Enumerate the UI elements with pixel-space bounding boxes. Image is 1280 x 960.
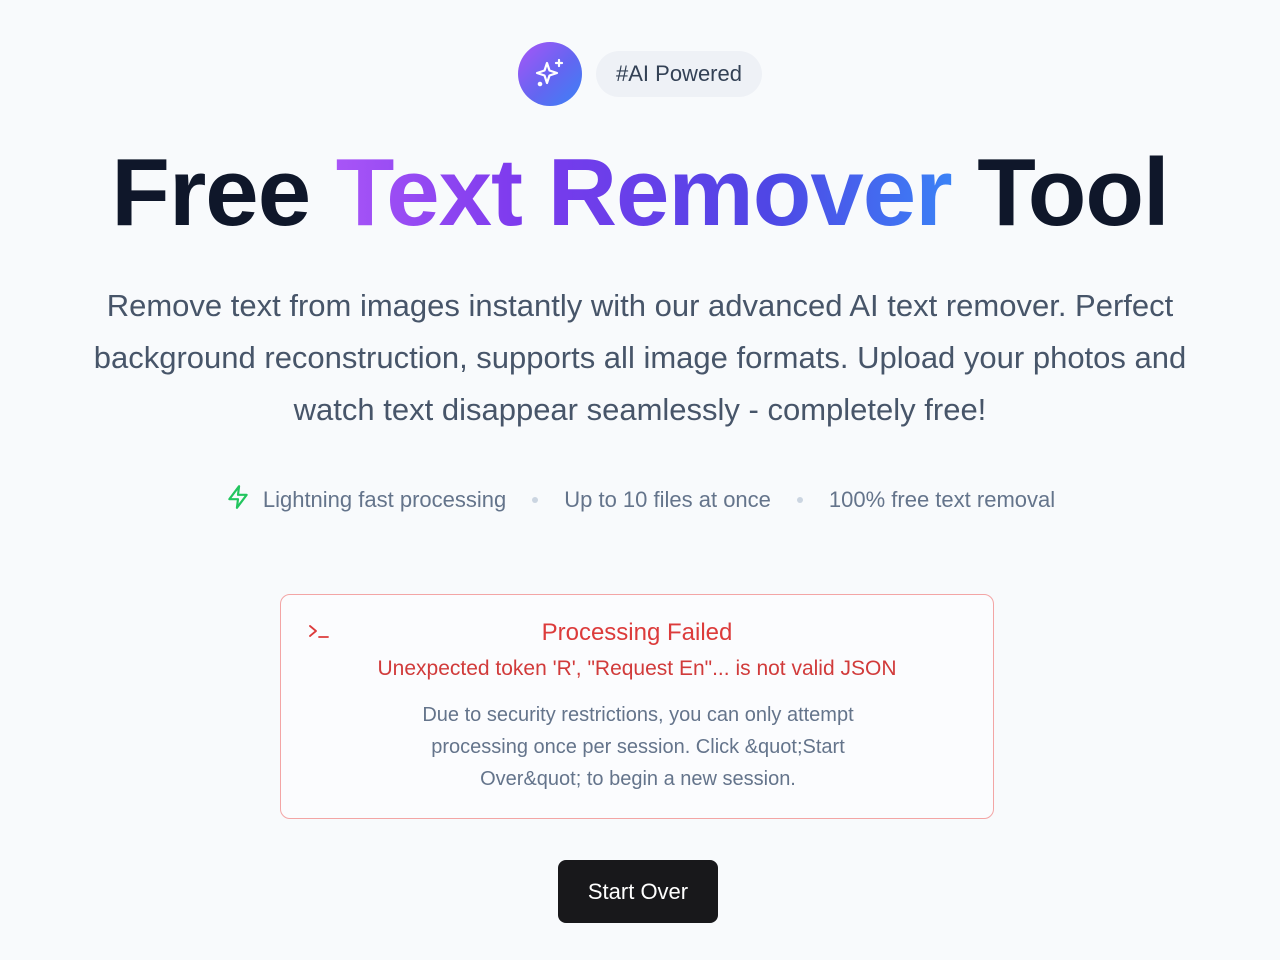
page-title: Free Text Remover Tool <box>0 138 1280 248</box>
error-alert: Processing Failed Unexpected token 'R', … <box>280 594 994 819</box>
separator-dot <box>796 497 803 503</box>
feature-label: Lightning fast processing <box>262 487 507 512</box>
feature-item: Lightning fast processing <box>225 484 506 516</box>
error-message: Unexpected token 'R', "Request En"... is… <box>377 657 897 680</box>
error-title: Processing Failed <box>541 619 733 646</box>
feature-list: Lightning fast processing Up to 10 files… <box>0 484 1280 516</box>
feature-item: Up to 10 files at once <box>564 487 771 513</box>
feature-item: 100% free text removal <box>829 487 1055 513</box>
error-note: Due to security restrictions, you can on… <box>422 704 854 790</box>
start-over-button[interactable]: Start Over <box>558 860 718 923</box>
page: #AI Powered Free Text Remover Tool Remov… <box>0 0 1280 960</box>
separator-dot <box>532 497 539 503</box>
feature-label: 100% free text removal <box>828 487 1056 512</box>
sparkles-icon <box>518 42 583 106</box>
ai-powered-tag: #AI Powered <box>596 51 762 97</box>
title-start: Free <box>111 139 311 246</box>
page-subtitle: Remove text from images instantly with o… <box>93 288 1187 427</box>
title-highlight: Text Remover <box>335 139 953 246</box>
feature-label: Up to 10 files at once <box>564 487 771 512</box>
title-end: Tool <box>977 139 1169 246</box>
lightning-icon <box>225 484 251 516</box>
badge-row: #AI Powered <box>0 42 1280 106</box>
